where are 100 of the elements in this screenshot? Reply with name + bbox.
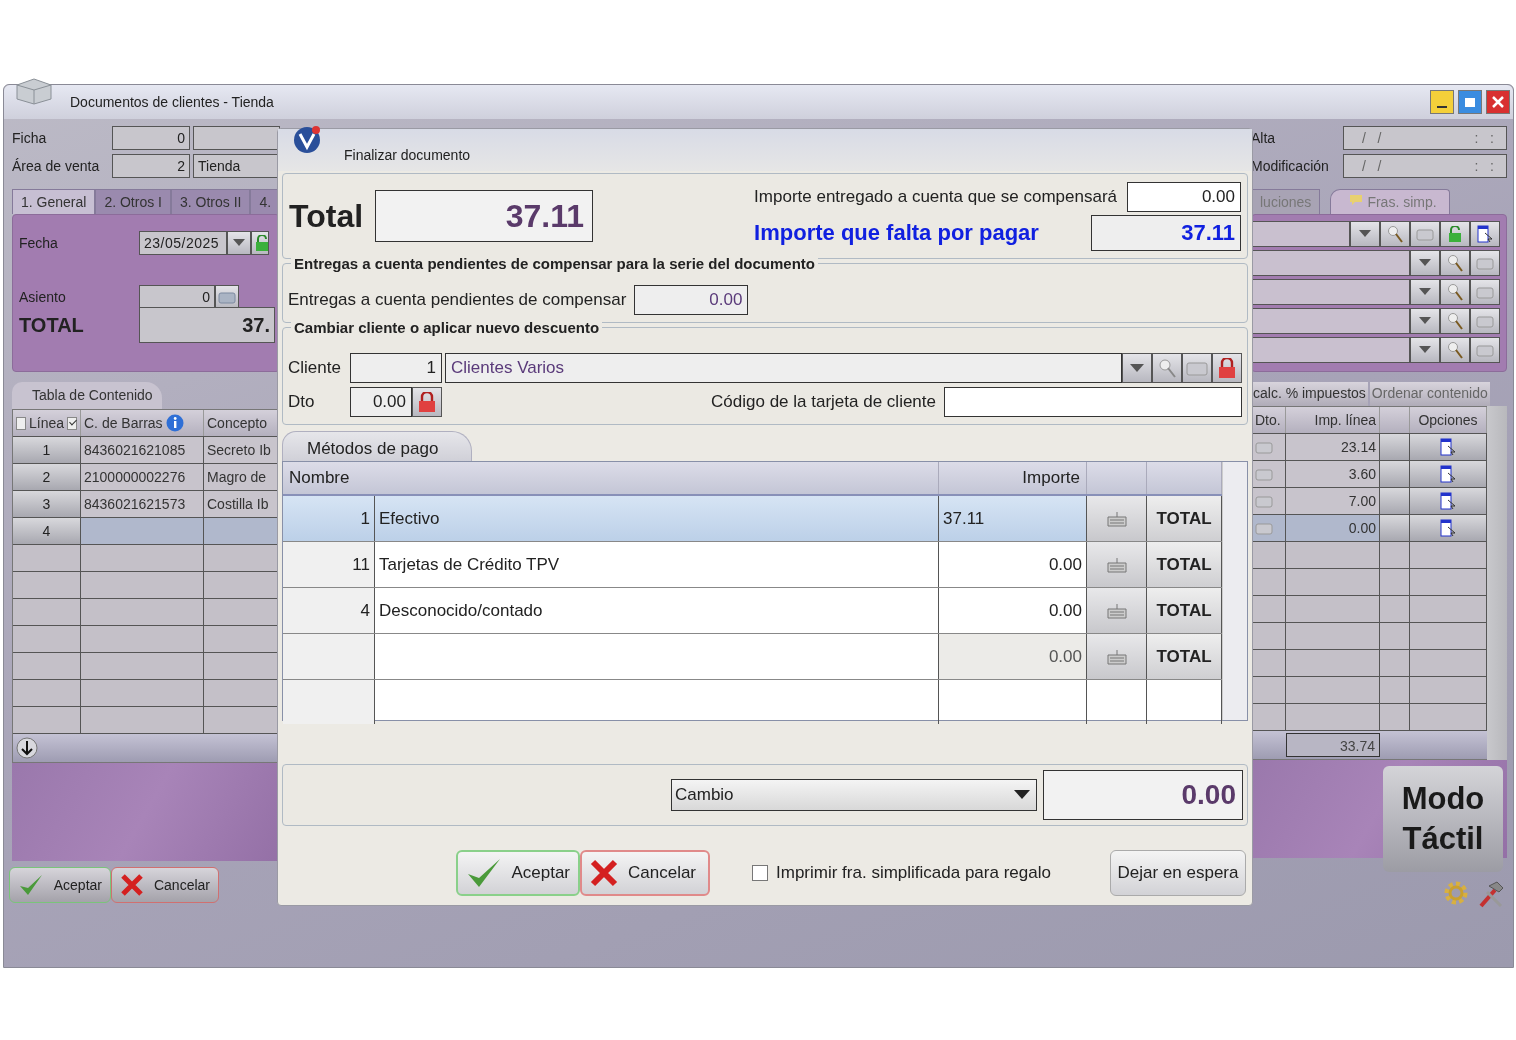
row-button[interactable] — [1410, 515, 1487, 541]
checkbox[interactable] — [16, 416, 26, 430]
folder-icon — [1476, 256, 1494, 270]
folder-button[interactable] — [1470, 250, 1500, 276]
dropdown-button[interactable] — [1410, 308, 1440, 334]
accept-button[interactable]: Aceptar — [456, 850, 580, 896]
lock-button[interactable] — [1440, 221, 1470, 247]
folder-button[interactable] — [1470, 337, 1500, 363]
tab[interactable]: 1. General — [12, 189, 96, 214]
column-header[interactable]: Dto. — [1252, 407, 1286, 433]
search-button[interactable] — [1440, 337, 1470, 363]
table-cell[interactable]: 37.11 — [939, 496, 1087, 541]
column-header[interactable]: Nombre — [283, 462, 939, 494]
combo-field[interactable] — [1252, 250, 1410, 276]
folder-button[interactable] — [1470, 308, 1500, 334]
checkbox[interactable] — [67, 416, 77, 430]
tab[interactable]: Tabla de Contenido — [12, 382, 162, 409]
text-field[interactable]: 0 — [112, 126, 190, 150]
dropdown-button[interactable] — [1350, 221, 1380, 247]
lock-button[interactable] — [251, 231, 269, 255]
total-button[interactable]: TOTAL — [1147, 588, 1222, 633]
date-field[interactable]: / / : : — [1343, 154, 1507, 178]
dropdown-button[interactable] — [1122, 353, 1152, 383]
document-cursor-icon[interactable] — [1440, 438, 1456, 456]
amount-field: 0.00 — [634, 285, 749, 315]
text-field[interactable]: Tienda — [193, 154, 280, 178]
checkbox[interactable] — [752, 865, 768, 881]
row-button[interactable] — [1410, 461, 1487, 487]
row-header[interactable]: 1 — [13, 437, 81, 463]
total-button[interactable]: TOTAL — [1147, 634, 1222, 679]
export-button[interactable] — [1470, 221, 1500, 247]
dropdown-button[interactable] — [1410, 279, 1440, 305]
row-button[interactable] — [1380, 461, 1410, 487]
column-header[interactable]: Importe — [939, 462, 1087, 494]
row-header[interactable]: 4 — [13, 518, 81, 544]
combo-field[interactable] — [1252, 221, 1350, 247]
total-button[interactable]: TOTAL — [1147, 542, 1222, 587]
close-button[interactable] — [1486, 90, 1510, 114]
checkbox-label: Imprimir fra. simplificada para regalo — [776, 863, 1051, 883]
amount-field[interactable]: 0.00 — [1127, 181, 1241, 212]
folder-button[interactable] — [1470, 279, 1500, 305]
row-button[interactable] — [1380, 488, 1410, 514]
dropdown-button[interactable] — [227, 231, 251, 255]
lock-button[interactable] — [412, 387, 442, 417]
speech-bubble-icon — [1349, 194, 1364, 206]
date-field[interactable]: / / : : — [1343, 126, 1507, 150]
form-button[interactable]: Cancelar — [111, 867, 219, 903]
document-cursor-icon[interactable] — [1440, 465, 1456, 483]
search-button[interactable] — [1440, 250, 1470, 276]
column-header[interactable]: Concepto — [204, 410, 279, 436]
row-button[interactable] — [1380, 515, 1410, 541]
text-field[interactable]: 0.00 — [350, 387, 412, 417]
search-icon — [1447, 312, 1463, 330]
amount-field: 0.00 — [1043, 770, 1243, 820]
combo-field[interactable] — [1252, 308, 1410, 334]
text-field[interactable]: 2 — [112, 154, 190, 178]
folder-button[interactable] — [215, 285, 239, 309]
folder-button[interactable] — [1410, 221, 1440, 247]
row-button[interactable] — [1410, 434, 1487, 460]
touch-mode-button[interactable]: Modo Táctil — [1383, 766, 1503, 872]
column-header[interactable]: C. de Barras — [81, 410, 204, 436]
search-button[interactable] — [1152, 353, 1182, 383]
lock-button[interactable] — [1212, 353, 1242, 383]
search-button[interactable] — [1440, 308, 1470, 334]
search-button[interactable] — [1380, 221, 1410, 247]
dropdown-button[interactable] — [1410, 337, 1440, 363]
document-cursor-icon[interactable] — [1440, 519, 1456, 537]
cancel-button[interactable]: Cancelar — [580, 850, 710, 896]
date-field[interactable]: 23/05/2025 — [139, 231, 227, 255]
minimize-button[interactable] — [1430, 90, 1454, 114]
column-header[interactable]: Imp. línea — [1286, 407, 1380, 433]
toolbar-button[interactable]: calc. % impuestos — [1251, 382, 1368, 406]
dropdown-button[interactable] — [1410, 250, 1440, 276]
tab[interactable]: 3. Otros II — [170, 189, 251, 214]
combo-field[interactable]: Clientes Varios — [445, 353, 1122, 383]
hold-button[interactable]: Dejar en espera — [1110, 850, 1246, 896]
search-button[interactable] — [1440, 279, 1470, 305]
column-header[interactable]: Opciones — [1410, 407, 1487, 433]
input-field[interactable] — [944, 387, 1242, 417]
row-button[interactable] — [1410, 488, 1487, 514]
folder-button[interactable] — [1182, 353, 1212, 383]
scrollbar[interactable] — [1487, 406, 1507, 760]
maximize-button[interactable] — [1458, 90, 1482, 114]
tab[interactable]: Métodos de pago — [282, 431, 472, 461]
scrollbar[interactable] — [1222, 462, 1247, 720]
document-cursor-icon[interactable] — [1440, 492, 1456, 510]
row-header[interactable]: 3 — [13, 491, 81, 517]
table-cell[interactable]: 0.00 — [939, 634, 1087, 679]
row-header[interactable]: 2 — [13, 464, 81, 490]
text-field[interactable] — [193, 126, 280, 150]
text-field[interactable]: 0 — [139, 285, 215, 309]
combo-field[interactable] — [1252, 337, 1410, 363]
column-header[interactable]: Línea — [13, 410, 81, 436]
text-field[interactable]: 1 — [350, 353, 442, 383]
tab[interactable]: 2. Otros I — [95, 189, 171, 214]
total-button[interactable]: TOTAL — [1147, 496, 1222, 541]
combo-field[interactable] — [1252, 279, 1410, 305]
dropdown[interactable]: Cambio — [671, 779, 1037, 811]
row-button[interactable] — [1380, 434, 1410, 460]
form-button[interactable]: Aceptar — [9, 867, 111, 903]
